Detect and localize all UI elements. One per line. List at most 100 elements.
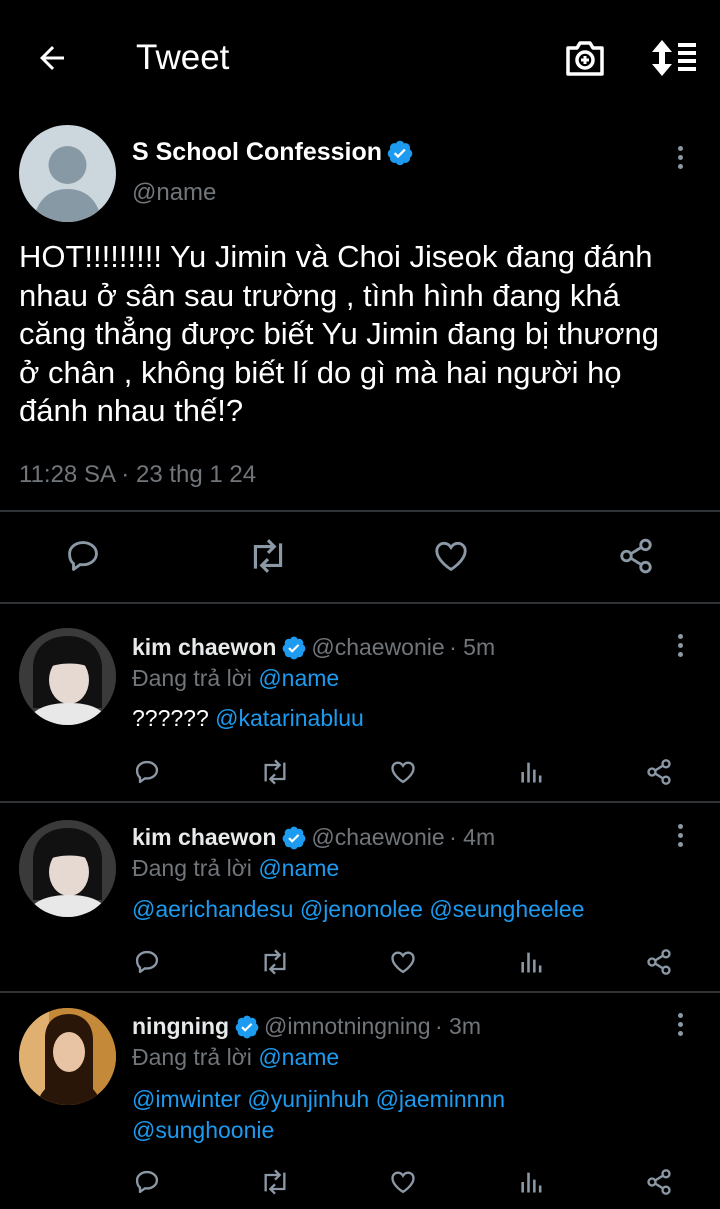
verified-badge-icon bbox=[234, 1014, 260, 1045]
default-avatar-icon bbox=[33, 146, 102, 222]
avatar[interactable] bbox=[19, 125, 116, 222]
divider bbox=[0, 801, 720, 803]
display-name[interactable]: S School Confession bbox=[132, 138, 382, 166]
like-icon bbox=[391, 951, 415, 974]
like-button[interactable] bbox=[389, 948, 417, 976]
reply-text: ?????? @katarinabluu bbox=[132, 705, 364, 732]
reply-text-prefix: ?????? bbox=[132, 705, 216, 731]
verified-badge-icon bbox=[281, 825, 307, 856]
reply-icon bbox=[135, 760, 159, 784]
verified-badge-icon bbox=[281, 635, 307, 666]
user-photo-icon bbox=[19, 820, 116, 917]
display-name[interactable]: kim chaewon bbox=[132, 824, 276, 850]
sort-list-icon bbox=[652, 40, 696, 76]
share-button[interactable] bbox=[645, 1168, 673, 1196]
views-button[interactable] bbox=[518, 948, 546, 976]
verified-badge-icon bbox=[386, 139, 414, 172]
divider bbox=[0, 510, 720, 512]
relative-time: · 3m bbox=[435, 1013, 481, 1039]
views-button[interactable] bbox=[518, 1168, 546, 1196]
user-photo-icon bbox=[19, 1008, 116, 1105]
retweet-icon bbox=[253, 539, 283, 573]
handle[interactable]: @chaewonie bbox=[311, 824, 444, 850]
more-options-icon[interactable] bbox=[678, 824, 686, 851]
back-button[interactable] bbox=[34, 40, 70, 76]
display-name[interactable]: kim chaewon bbox=[132, 634, 276, 660]
mention-links[interactable]: @sunghoonie bbox=[132, 1115, 505, 1146]
camera-plus-icon bbox=[566, 41, 604, 76]
mention-link[interactable]: @katarinabluu bbox=[215, 705, 364, 731]
retweet-button[interactable] bbox=[246, 537, 290, 575]
retweet-button[interactable] bbox=[258, 948, 292, 976]
like-icon bbox=[391, 761, 415, 784]
mention-link[interactable]: @name bbox=[258, 855, 339, 881]
divider bbox=[0, 602, 720, 604]
author-row: S School Confession bbox=[132, 138, 414, 172]
reply-button[interactable] bbox=[133, 1168, 161, 1196]
replying-to: Đang trả lời @name bbox=[132, 855, 339, 882]
retweet-icon bbox=[264, 1169, 286, 1195]
reply-header: ningning @imnotningning · 3m bbox=[132, 1013, 481, 1045]
tweet-text-line: đánh nhau thế!? bbox=[19, 393, 244, 428]
tweet-text-line: nhau ở sân sau trường , tình hình đang k… bbox=[19, 277, 620, 313]
like-button[interactable] bbox=[389, 1168, 417, 1196]
analytics-icon bbox=[521, 952, 542, 973]
retweet-button[interactable] bbox=[258, 1168, 292, 1196]
retweet-button[interactable] bbox=[258, 758, 292, 786]
share-icon bbox=[647, 759, 671, 785]
display-name[interactable]: ningning bbox=[132, 1013, 229, 1039]
reply-icon bbox=[135, 1170, 159, 1194]
avatar[interactable] bbox=[19, 628, 116, 725]
reply-text: @aerichandesu @jenonolee @seungheelee bbox=[132, 896, 584, 923]
sort-button[interactable] bbox=[650, 40, 698, 76]
more-options-icon[interactable] bbox=[678, 1013, 686, 1040]
user-photo-icon bbox=[19, 628, 116, 725]
reply-button[interactable] bbox=[133, 948, 161, 976]
camera-button[interactable] bbox=[564, 38, 606, 78]
more-options-icon[interactable] bbox=[678, 146, 686, 173]
replying-label: Đang trả lời bbox=[132, 1044, 252, 1070]
reply-header: kim chaewon @chaewonie · 5m bbox=[132, 634, 495, 666]
mention-links[interactable]: @imwinter @yunjinhuh @jaeminnnn bbox=[132, 1084, 505, 1115]
tweet-text-line: HOT!!!!!!!!! Yu Jimin và Choi Jiseok đan… bbox=[19, 239, 653, 274]
relative-time: · 4m bbox=[449, 824, 496, 850]
reply-header: kim chaewon @chaewonie · 4m bbox=[132, 824, 495, 856]
views-button[interactable] bbox=[518, 758, 546, 786]
handle[interactable]: @chaewonie bbox=[311, 634, 444, 660]
reply-button[interactable] bbox=[64, 537, 102, 575]
timestamp[interactable]: 11:28 SA · 23 thg 1 24 bbox=[19, 461, 256, 489]
handle[interactable]: @name bbox=[132, 179, 216, 207]
retweet-icon bbox=[264, 759, 286, 785]
analytics-icon bbox=[521, 1172, 542, 1193]
arrow-left-icon bbox=[40, 46, 64, 70]
like-button[interactable] bbox=[389, 758, 417, 786]
page-title: Tweet bbox=[136, 38, 230, 77]
reply-button[interactable] bbox=[133, 758, 161, 786]
share-button[interactable] bbox=[617, 537, 655, 575]
divider bbox=[0, 991, 720, 993]
avatar[interactable] bbox=[19, 820, 116, 917]
replying-to: Đang trả lời @name bbox=[132, 665, 339, 692]
analytics-icon bbox=[521, 762, 542, 783]
more-options-icon[interactable] bbox=[678, 634, 686, 661]
share-button[interactable] bbox=[645, 758, 673, 786]
share-icon bbox=[647, 949, 671, 975]
handle[interactable]: @imnotningning bbox=[264, 1013, 431, 1039]
relative-time: · 5m bbox=[449, 634, 496, 660]
reply-icon bbox=[135, 950, 159, 974]
share-button[interactable] bbox=[645, 948, 673, 976]
mention-links[interactable]: @aerichandesu @jenonolee @seungheelee bbox=[132, 896, 584, 922]
avatar[interactable] bbox=[19, 1008, 116, 1105]
retweet-icon bbox=[264, 949, 286, 975]
reply-text: @imwinter @yunjinhuh @jaeminnnn @sunghoo… bbox=[132, 1084, 505, 1146]
share-icon bbox=[647, 1169, 671, 1195]
mention-link[interactable]: @name bbox=[258, 1044, 339, 1070]
like-button[interactable] bbox=[432, 537, 470, 575]
tweet-text: HOT!!!!!!!!! Yu Jimin và Choi Jiseok đan… bbox=[19, 238, 659, 431]
mention-link[interactable]: @name bbox=[258, 665, 339, 691]
like-icon bbox=[435, 541, 467, 572]
replying-label: Đang trả lời bbox=[132, 855, 252, 881]
replying-to: Đang trả lời @name bbox=[132, 1044, 339, 1071]
tweet-text-line: ở chân , không biết lí do gì mà hai ngườ… bbox=[19, 354, 622, 390]
reply-icon bbox=[68, 541, 98, 571]
